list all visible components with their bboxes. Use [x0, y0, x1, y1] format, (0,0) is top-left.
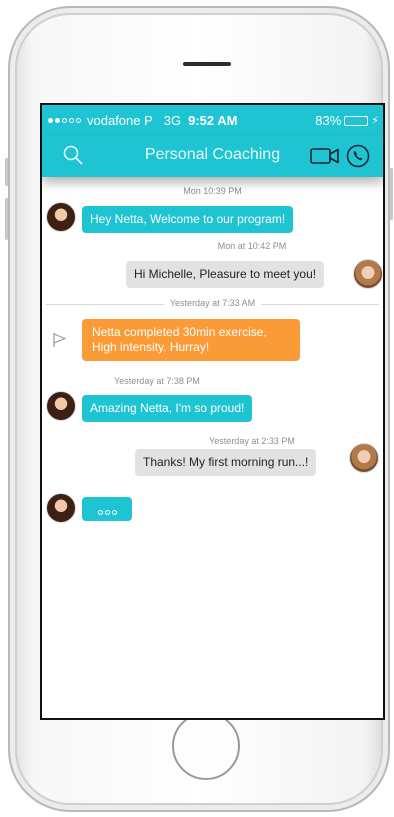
message-timestamp: Mon at 10:42 PM [217, 241, 287, 251]
message-timestamp: Yesterday at 7:38 PM [114, 376, 200, 386]
divider-label: Yesterday at 7:33 AM [163, 298, 262, 308]
coach-avatar [46, 391, 76, 421]
user-avatar [349, 443, 379, 473]
volume-button [5, 158, 8, 186]
volume-button [5, 198, 8, 240]
carrier-name: vodafone P [87, 113, 153, 128]
user-avatar [353, 259, 383, 289]
message-timestamp: Yesterday at 2:33 PM [209, 436, 295, 446]
signal-icon [48, 118, 81, 123]
typing-indicator [82, 497, 132, 521]
power-button [390, 168, 393, 220]
status-bar: vodafone P 3G 9:52 AM 83% ⚡ [42, 105, 383, 135]
status-time: 9:52 AM [188, 113, 238, 128]
phone-call-icon[interactable] [346, 144, 370, 168]
earpiece-speaker [183, 62, 231, 66]
battery-icon [344, 115, 369, 126]
battery-percent: 83% [315, 113, 342, 128]
coach-avatar [46, 493, 76, 523]
system-message[interactable]: Netta completed 30min exercise, High int… [82, 319, 300, 361]
chat-thread: Mon 10:39 PM Hey Netta, Welcome to our p… [42, 177, 383, 718]
coach-avatar [46, 202, 76, 232]
incoming-message[interactable]: Hey Netta, Welcome to our program! [82, 206, 294, 233]
phone-screen: vodafone P 3G 9:52 AM 83% ⚡ Personal Coa… [40, 103, 385, 720]
outgoing-message[interactable]: Thanks! My first morning run...! [135, 449, 317, 476]
date-divider: Yesterday at 7:33 AM [42, 298, 383, 310]
flag-icon [53, 333, 66, 347]
message-timestamp: Mon 10:39 PM [183, 186, 242, 196]
outgoing-message[interactable]: Hi Michelle, Pleasure to meet you! [126, 261, 325, 288]
incoming-message[interactable]: Amazing Netta, I'm so proud! [82, 395, 253, 422]
home-button[interactable] [172, 712, 240, 780]
network-type: 3G [163, 113, 182, 128]
typing-dots-icon [97, 510, 117, 515]
video-call-icon[interactable] [310, 146, 340, 166]
charging-icon: ⚡ [371, 115, 379, 127]
nav-bar: Personal Coaching [42, 135, 383, 177]
